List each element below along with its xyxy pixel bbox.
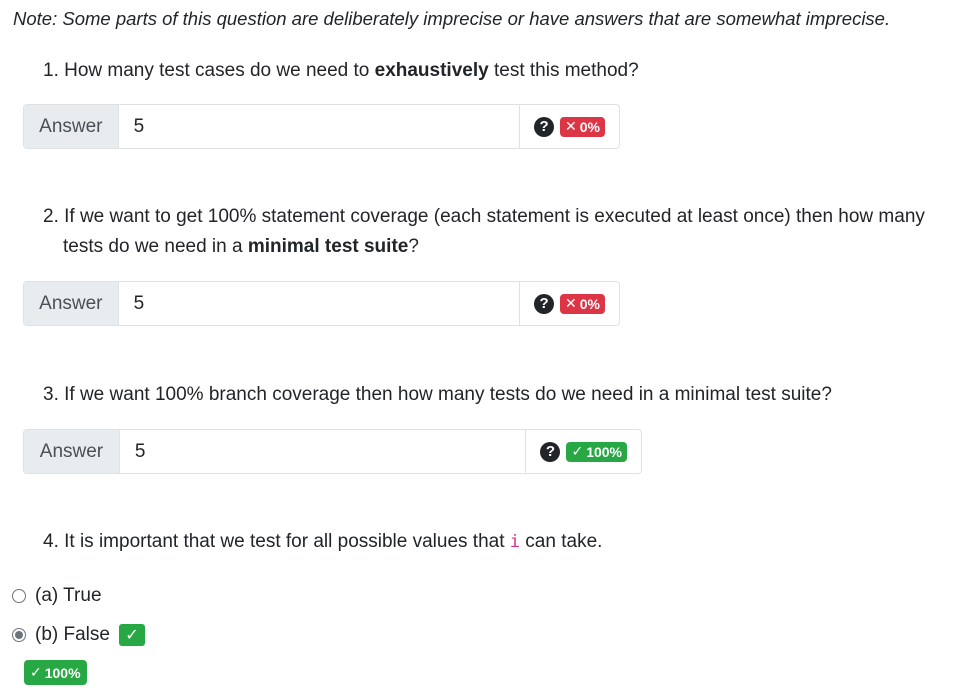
question-2-bold: minimal test suite	[247, 236, 409, 257]
option-b-label: (b) False	[35, 624, 110, 645]
question-2-line1: 2. If we want to get 100% statement cove…	[43, 206, 925, 227]
answer-input-3[interactable]	[119, 430, 527, 473]
answer-group-3: Answer ? ✓100%	[23, 429, 642, 474]
answer-label-2: Answer	[24, 282, 119, 325]
question-circle-icon[interactable]: ?	[540, 441, 561, 462]
question-4-suffix: can take.	[520, 531, 603, 552]
question-1-suffix: test this method?	[488, 60, 639, 81]
question-1-bold: exhaustively	[374, 60, 489, 81]
question-2-line2: tests do we need in a minimal test suite…	[43, 232, 963, 262]
question-4-code: i	[509, 532, 521, 552]
check-mark-icon: ✓	[571, 443, 584, 459]
score-badge-1: ✕ 0%	[560, 116, 605, 137]
option-a-label: (a) True	[35, 585, 102, 606]
question-4-prefix: 4. It is important that we test for all …	[43, 531, 510, 552]
score-badge-3: ✓ 100%	[566, 441, 627, 462]
option-a[interactable]: (a) True	[12, 585, 102, 607]
score-1-value: 0%	[579, 118, 600, 135]
answer-group-1: Answer ? ✕0%	[23, 104, 620, 149]
option-b[interactable]: (b) False ✓	[12, 624, 145, 646]
question-circle-icon[interactable]: ?	[534, 293, 555, 314]
answer-status-3: ? ✓ 100%	[526, 430, 641, 473]
check-mark-icon: ✓	[30, 664, 42, 680]
question-4: 4. It is important that we test for all …	[43, 527, 602, 557]
score-badge-4: ✓ 100%	[24, 660, 87, 685]
x-mark-icon: ✕	[565, 295, 577, 311]
score-badge-2: ✕ 0%	[560, 293, 605, 314]
score-3-value: 100%	[586, 443, 622, 460]
note-text: Note: Some parts of this question are de…	[13, 8, 891, 29]
question-2-line2-prefix: tests do we need in a	[63, 236, 248, 257]
question-3: 3. If we want 100% branch coverage then …	[43, 384, 832, 405]
answer-group-2: Answer ? ✕0%	[23, 281, 620, 326]
answer-label-1: Answer	[24, 105, 119, 148]
answer-status-1: ? ✕ 0%	[520, 105, 619, 148]
radio-option-a[interactable]	[12, 589, 26, 603]
question-1-prefix: 1. How many test cases do we need to	[43, 60, 375, 81]
answer-input-2[interactable]	[118, 282, 521, 325]
x-mark-icon: ✕	[565, 118, 577, 134]
score-4-value: 100%	[44, 664, 81, 681]
answer-input-1[interactable]	[118, 105, 521, 148]
answer-status-2: ? ✕ 0%	[520, 282, 619, 325]
question-circle-icon[interactable]: ?	[534, 116, 555, 137]
answer-label-3: Answer	[24, 430, 120, 473]
question-2: 2. If we want to get 100% statement cove…	[43, 202, 963, 262]
radio-option-b[interactable]	[12, 628, 26, 642]
check-mark-icon: ✓	[118, 624, 145, 646]
score-2-value: 0%	[579, 295, 600, 312]
question-1: 1. How many test cases do we need to exh…	[43, 56, 639, 86]
question-2-suffix: ?	[408, 236, 419, 257]
